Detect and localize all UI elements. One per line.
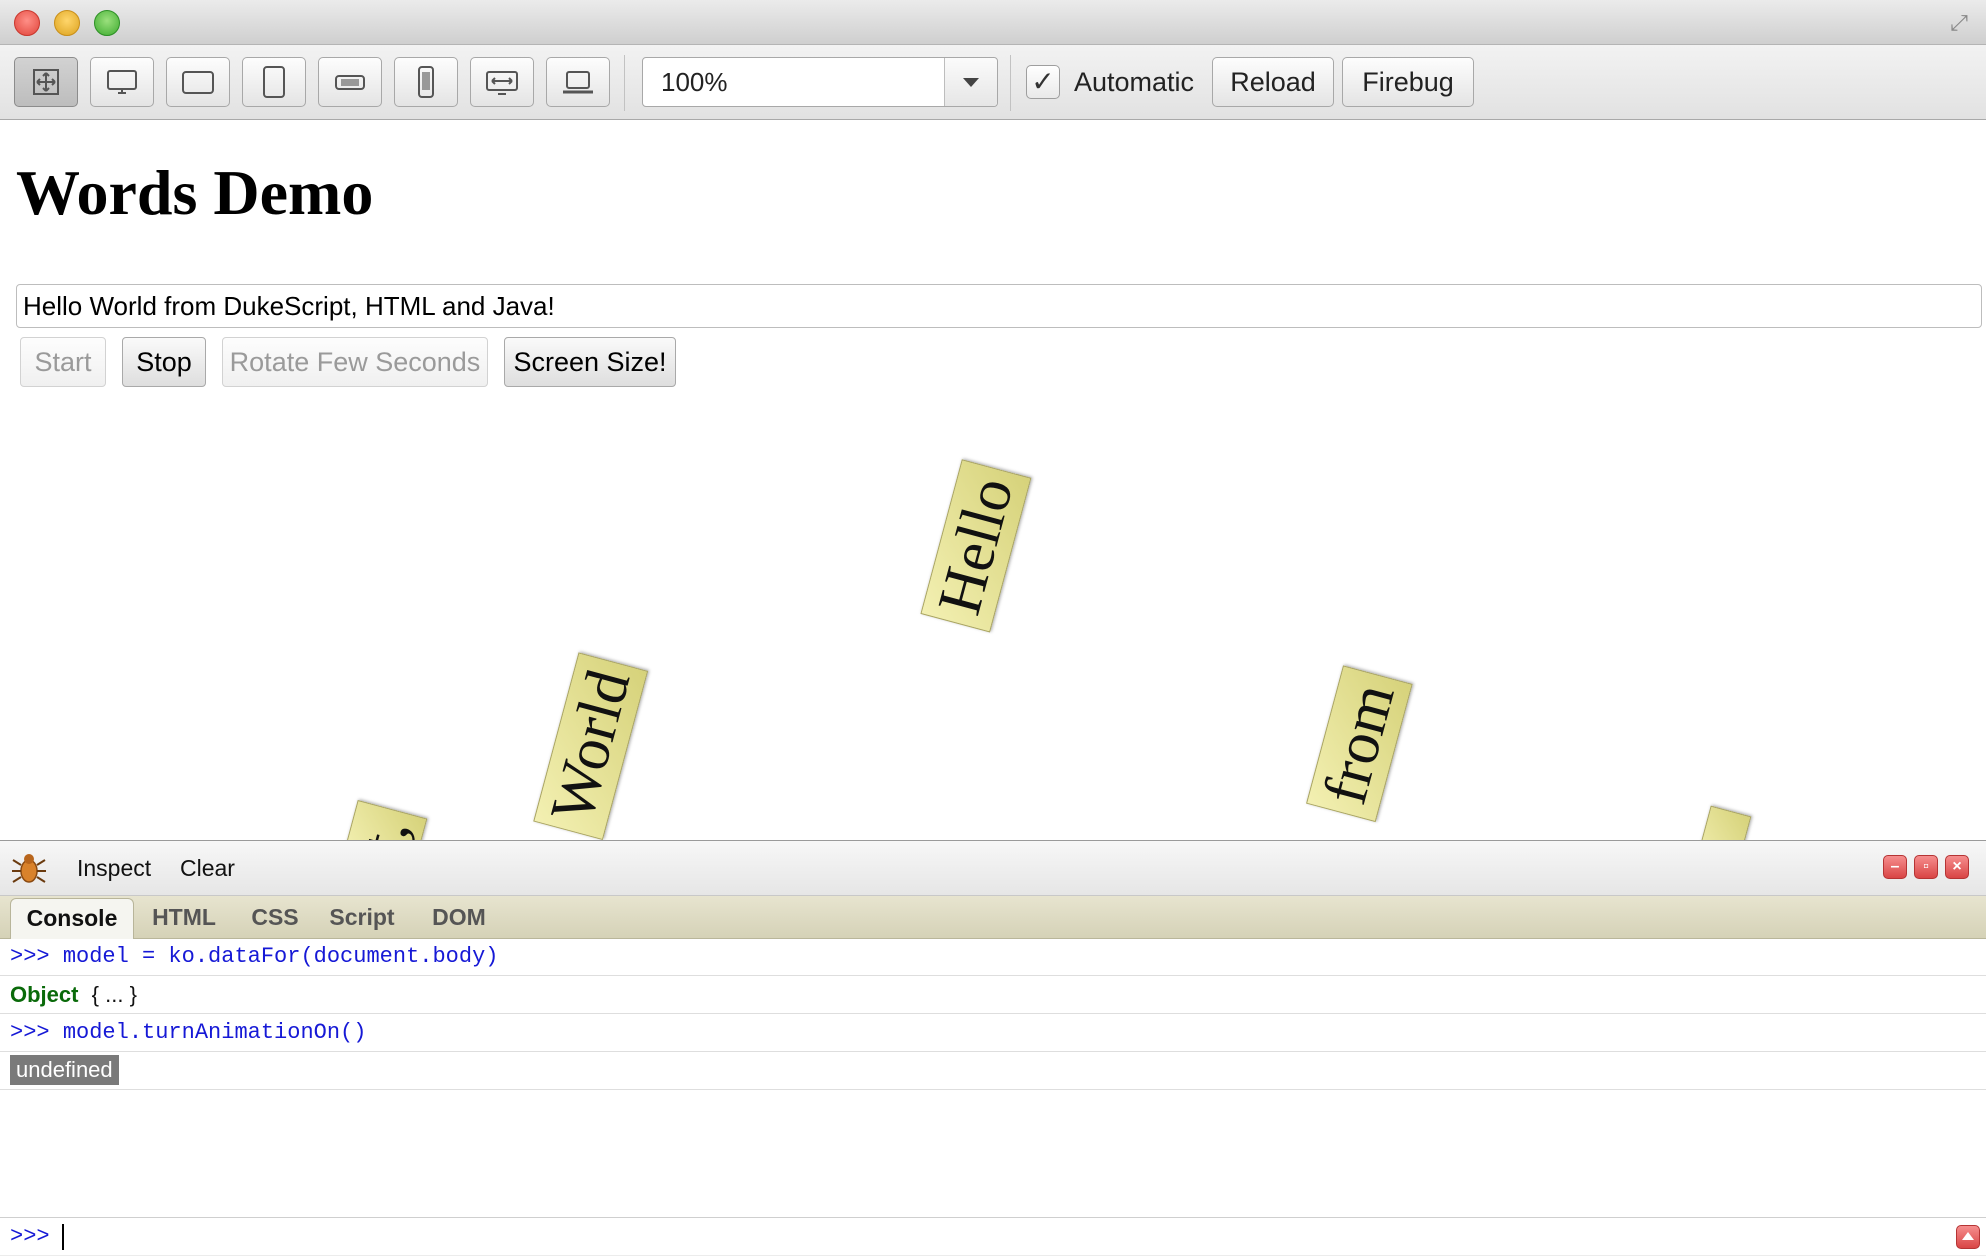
console-line: Object { ... }: [0, 976, 1986, 1014]
inspect-button[interactable]: Inspect: [77, 841, 151, 895]
clear-button[interactable]: Clear: [180, 841, 235, 895]
firebug-panel: Inspect Clear – ▫ × Console HTML CSS Scr…: [0, 840, 1986, 1255]
move-resize-icon: [33, 69, 59, 95]
text-caret: [62, 1224, 64, 1250]
widescreen-button[interactable]: [470, 57, 534, 107]
word-world: World: [533, 651, 649, 840]
tab-css[interactable]: CSS: [240, 898, 310, 936]
phone-portrait-button[interactable]: [394, 57, 458, 107]
start-button[interactable]: Start: [20, 337, 106, 387]
tablet-landscape-button[interactable]: [166, 57, 230, 107]
desktop-icon: [107, 70, 137, 94]
automatic-label: Automatic: [1074, 67, 1195, 97]
widescreen-icon: [486, 71, 518, 95]
console-prompt: >>>: [10, 944, 50, 969]
console-object-value: { ... }: [91, 982, 137, 1007]
console-object-link[interactable]: Object: [10, 982, 78, 1007]
desktop-button[interactable]: [90, 57, 154, 107]
word-hello: Hello: [920, 459, 1032, 633]
phone-landscape-button[interactable]: [318, 57, 382, 107]
restore-panel-icon[interactable]: ▫: [1914, 855, 1938, 879]
command-prompt: >>>: [10, 1224, 50, 1249]
console-line: >>> model = ko.dataFor(document.body): [0, 938, 1986, 976]
firebug-button[interactable]: Firebug: [1342, 57, 1474, 107]
reload-button[interactable]: Reload: [1212, 57, 1334, 107]
stop-button[interactable]: Stop: [122, 337, 206, 387]
rotate-button[interactable]: Rotate Few Seconds: [222, 337, 488, 387]
chevron-down-icon[interactable]: [944, 58, 997, 106]
toolbar: 100% ✓ Automatic Reload Firebug: [0, 45, 1986, 120]
zoom-window-button[interactable]: [94, 10, 120, 36]
firebug-toolbar: Inspect Clear – ▫ ×: [0, 841, 1986, 896]
phone-landscape-icon: [335, 75, 365, 90]
move-resize-button[interactable]: [14, 57, 78, 107]
tablet-portrait-button[interactable]: [242, 57, 306, 107]
firebug-icon[interactable]: [10, 849, 48, 887]
screen-size-button[interactable]: Screen Size!: [504, 337, 676, 387]
word-partial: t,: [343, 800, 428, 840]
console-command: model = ko.dataFor(document.body): [62, 944, 499, 969]
minimize-panel-icon[interactable]: –: [1883, 855, 1907, 879]
command-line[interactable]: >>>: [0, 1217, 1986, 1256]
laptop-button[interactable]: [546, 57, 610, 107]
window-title-bar: ⤢: [0, 0, 1986, 45]
words-input[interactable]: Hello World from DukeScript, HTML and Ja…: [16, 284, 1982, 328]
word-clipped: [1694, 805, 1752, 840]
console-result: undefined: [10, 1055, 119, 1085]
console-command: model.turnAnimationOn(): [62, 1020, 367, 1045]
zoom-value: 100%: [661, 67, 728, 97]
word-from: from: [1306, 665, 1413, 823]
page-viewport: Words Demo Hello World from DukeScript, …: [0, 120, 1986, 840]
phone-portrait-icon: [418, 66, 434, 98]
zoom-select[interactable]: 100%: [642, 57, 998, 107]
toolbar-separator: [624, 55, 625, 111]
tablet-portrait-icon: [263, 66, 285, 98]
laptop-icon: [563, 71, 593, 94]
console-prompt: >>>: [10, 1020, 50, 1045]
console-line: >>> model.turnAnimationOn(): [0, 1014, 1986, 1052]
automatic-checkbox[interactable]: ✓: [1026, 65, 1060, 99]
tab-html[interactable]: HTML: [142, 898, 226, 936]
tab-console[interactable]: Console: [10, 898, 134, 939]
console-line: undefined: [0, 1052, 1986, 1090]
tab-dom[interactable]: DOM: [418, 898, 500, 936]
toolbar-separator: [1010, 55, 1011, 111]
close-window-button[interactable]: [14, 10, 40, 36]
tab-script[interactable]: Script: [320, 898, 404, 936]
firebug-tabs: Console HTML CSS Script DOM: [0, 896, 1986, 939]
fullscreen-icon[interactable]: ⤢: [1946, 10, 1972, 36]
page-title: Words Demo: [16, 157, 374, 228]
tablet-landscape-icon: [182, 71, 214, 94]
minimize-window-button[interactable]: [54, 10, 80, 36]
expand-command-icon[interactable]: [1956, 1225, 1980, 1249]
close-panel-icon[interactable]: ×: [1945, 855, 1969, 879]
